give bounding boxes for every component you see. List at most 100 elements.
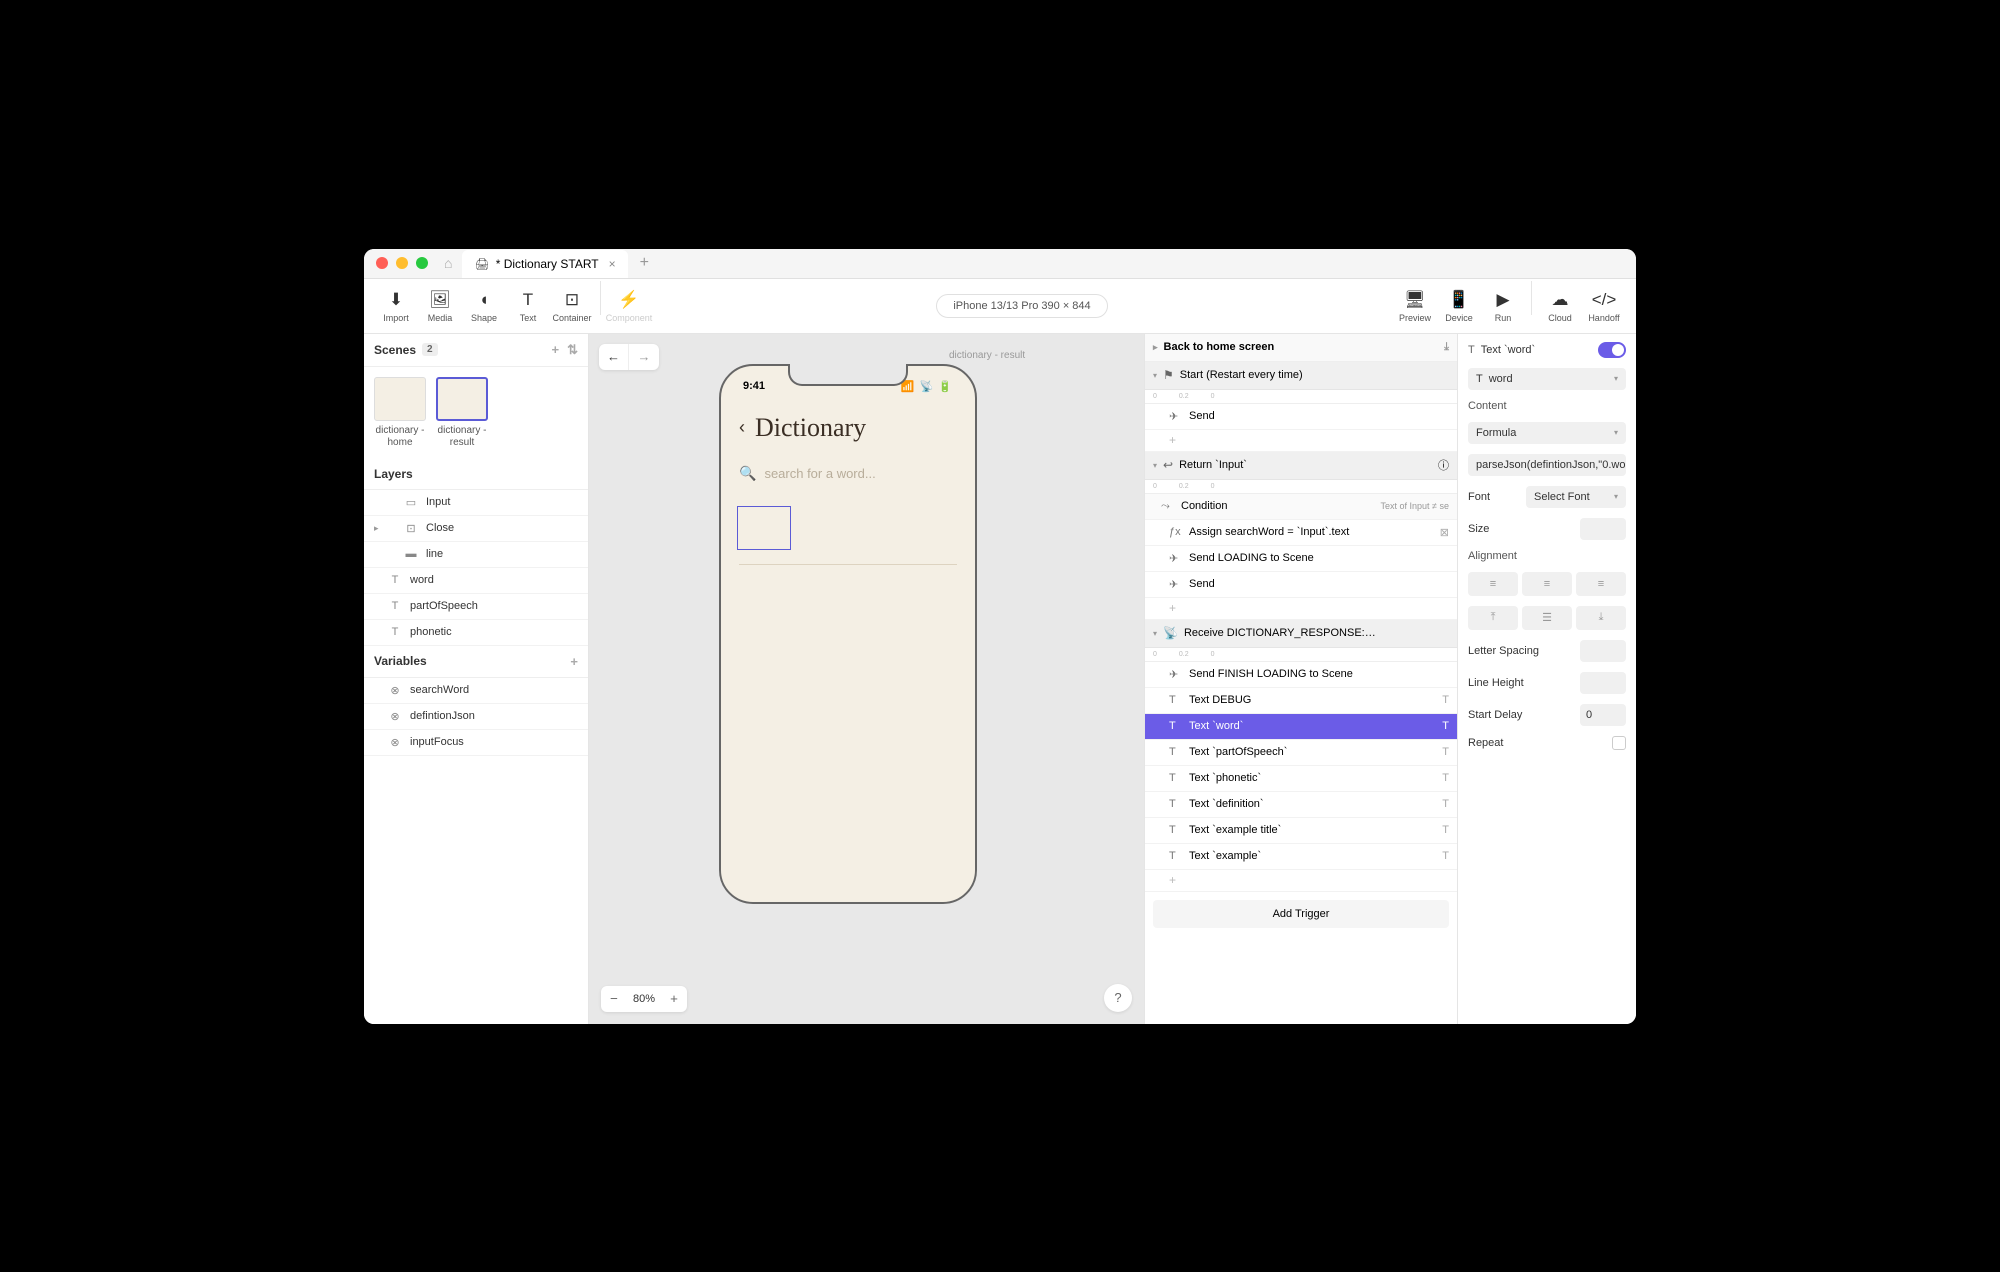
home-icon[interactable]: ⌂ <box>444 255 452 271</box>
action-row[interactable]: ✈Send FINISH LOADING to Scene <box>1145 662 1457 688</box>
line-height-input[interactable] <box>1580 672 1626 694</box>
search-placeholder: search for a word... <box>764 466 875 481</box>
text-icon: T <box>1169 694 1183 706</box>
enabled-toggle[interactable] <box>1598 342 1626 358</box>
variable-row[interactable]: ⊗inputFocus <box>364 730 588 756</box>
action-row[interactable]: TText `phonetic`T <box>1145 766 1457 792</box>
text-tool[interactable]: TText <box>506 281 550 331</box>
text-type-icon: T <box>1442 850 1449 862</box>
scene-thumbnail[interactable]: dictionary - home <box>374 377 426 449</box>
chevron-down-icon: ▾ <box>1614 374 1618 383</box>
chevron-down-icon[interactable]: ▾ <box>1153 461 1157 470</box>
align-bottom-button[interactable]: ⤓ <box>1576 606 1626 630</box>
shape-icon: ◖ <box>479 289 489 311</box>
align-top-button[interactable]: ⤒ <box>1468 606 1518 630</box>
trigger-block-header[interactable]: ▾ ↩ Return `Input` ⓘ <box>1145 452 1457 480</box>
trigger-block-header[interactable]: ▾ 📡 Receive DICTIONARY_RESPONSE:… <box>1145 620 1457 648</box>
device-selector[interactable]: iPhone 13/13 Pro 390 × 844 <box>936 294 1107 318</box>
action-row[interactable]: TText `example title`T <box>1145 818 1457 844</box>
layer-row[interactable]: TpartOfSpeech <box>364 594 588 620</box>
add-action-button[interactable]: + <box>1145 598 1457 620</box>
text-type-icon: T <box>1442 798 1449 810</box>
timeline-header[interactable]: ▸ Back to home screen ⤓ <box>1145 334 1457 362</box>
action-row[interactable]: TText `definition`T <box>1145 792 1457 818</box>
variable-icon: ⊗ <box>388 684 402 697</box>
layer-row[interactable]: ▬line <box>364 542 588 568</box>
content-type-select[interactable]: Formula ▾ <box>1468 422 1626 444</box>
add-scene-button[interactable]: + <box>552 342 560 357</box>
add-trigger-button[interactable]: Add Trigger <box>1153 900 1449 928</box>
handoff-tool[interactable]: </>Handoff <box>1582 281 1626 331</box>
preview-tool[interactable]: 🖥Preview <box>1393 281 1437 331</box>
scene-thumbnail[interactable]: dictionary - result <box>436 377 488 449</box>
flag-icon: ⚑ <box>1163 368 1174 382</box>
action-row[interactable]: ✈Send <box>1145 572 1457 598</box>
action-row[interactable]: TText `partOfSpeech`T <box>1145 740 1457 766</box>
send-icon: ✈ <box>1169 668 1183 681</box>
media-tool[interactable]: 🖼Media <box>418 281 462 331</box>
container-icon: ⊡ <box>404 522 418 535</box>
layer-row[interactable]: Tphonetic <box>364 620 588 646</box>
align-left-button[interactable]: ≡ <box>1468 572 1518 596</box>
layer-row[interactable]: ▭Input <box>364 490 588 516</box>
close-icon[interactable]: ⊠ <box>1440 526 1449 539</box>
condition-row[interactable]: ⤳ Condition Text of Input ≠ se <box>1145 494 1457 520</box>
shape-tool[interactable]: ◖Shape <box>462 281 506 331</box>
info-icon[interactable]: ⓘ <box>1438 457 1449 473</box>
help-button[interactable]: ? <box>1104 984 1132 1012</box>
collapse-icon[interactable]: ⤓ <box>1444 341 1449 354</box>
action-row[interactable]: ƒxAssign searchWord = `Input`.text⊠ <box>1145 520 1457 546</box>
import-tool[interactable]: ⬇Import <box>374 281 418 331</box>
v-align-group: ⤒ ☰ ⤓ <box>1468 606 1626 630</box>
action-row-selected[interactable]: TText `word`T <box>1145 714 1457 740</box>
minimize-window-button[interactable] <box>396 257 408 269</box>
maximize-window-button[interactable] <box>416 257 428 269</box>
back-icon[interactable]: ‹ <box>739 417 745 438</box>
action-row[interactable]: TText `example`T <box>1145 844 1457 870</box>
variables-title: Variables <box>374 654 427 668</box>
sort-scenes-button[interactable]: ⇅ <box>567 342 578 358</box>
layer-row[interactable]: ▸⊡Close <box>364 516 588 542</box>
size-input[interactable] <box>1580 518 1626 540</box>
selection-box[interactable] <box>737 506 791 550</box>
repeat-checkbox[interactable] <box>1612 736 1626 750</box>
container-tool[interactable]: ⊡Container <box>550 281 594 331</box>
font-select[interactable]: Select Font ▾ <box>1526 486 1626 508</box>
target-select[interactable]: T word ▾ <box>1468 368 1626 390</box>
cloud-tool[interactable]: ☁Cloud <box>1538 281 1582 331</box>
letter-spacing-input[interactable] <box>1580 640 1626 662</box>
text-icon: T <box>1169 798 1183 810</box>
canvas[interactable]: ← → dictionary - result 9:41 📶 📡 🔋 ‹ Dic… <box>589 334 1144 1024</box>
action-row[interactable]: ✈Send LOADING to Scene <box>1145 546 1457 572</box>
nav-back-button[interactable]: ← <box>599 344 629 370</box>
zoom-in-button[interactable]: + <box>661 986 687 1012</box>
action-row[interactable]: ✈Send <box>1145 404 1457 430</box>
chevron-down-icon[interactable]: ▾ <box>1153 371 1157 380</box>
variable-row[interactable]: ⊗searchWord <box>364 678 588 704</box>
layer-row[interactable]: Tword <box>364 568 588 594</box>
align-center-button[interactable]: ≡ <box>1522 572 1572 596</box>
action-row[interactable]: TText DEBUGT <box>1145 688 1457 714</box>
zoom-out-button[interactable]: − <box>601 986 627 1012</box>
variable-row[interactable]: ⊗defintionJson <box>364 704 588 730</box>
add-variable-button[interactable]: + <box>570 654 578 669</box>
expand-icon[interactable]: ▸ <box>374 523 379 534</box>
device-tool[interactable]: 📱Device <box>1437 281 1481 331</box>
status-time: 9:41 <box>743 380 765 393</box>
start-delay-input[interactable]: 0 <box>1580 704 1626 726</box>
document-tab[interactable]: 🖨 * Dictionary START × <box>462 250 627 278</box>
new-tab-button[interactable]: + <box>640 254 649 272</box>
add-action-button[interactable]: + <box>1145 430 1457 452</box>
add-action-button[interactable]: + <box>1145 870 1457 892</box>
canvas-label: dictionary - result <box>949 350 1025 361</box>
align-right-button[interactable]: ≡ <box>1576 572 1626 596</box>
alignment-label: Alignment <box>1468 550 1626 562</box>
close-tab-icon[interactable]: × <box>609 257 616 271</box>
search-field[interactable]: 🔍 search for a word... <box>733 465 963 482</box>
chevron-down-icon[interactable]: ▾ <box>1153 629 1157 638</box>
text-type-icon: T <box>1442 720 1449 732</box>
close-window-button[interactable] <box>376 257 388 269</box>
align-middle-button[interactable]: ☰ <box>1522 606 1572 630</box>
run-tool[interactable]: ▶Run <box>1481 281 1525 331</box>
trigger-block-header[interactable]: ▾ ⚑ Start (Restart every time) <box>1145 362 1457 390</box>
